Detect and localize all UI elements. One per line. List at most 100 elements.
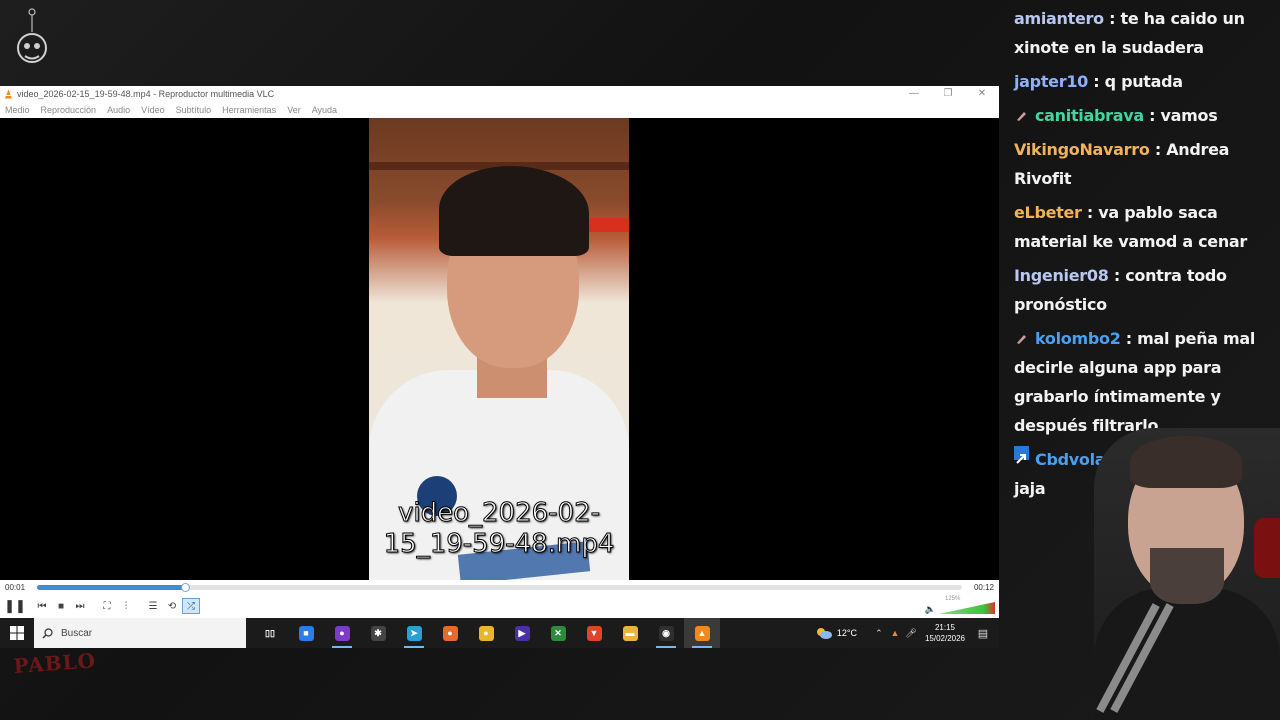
playlist-button[interactable]: ☰ <box>144 598 162 614</box>
menu-video[interactable]: Vídeo <box>141 105 165 115</box>
vlc-titlebar[interactable]: video_2026-02-15_19-59-48.mp4 - Reproduc… <box>0 86 999 101</box>
chat-message: Ingenier08 : contra todo pronóstico <box>1004 261 1274 319</box>
menu-herramientas[interactable]: Herramientas <box>222 105 276 115</box>
chat-username[interactable]: kolombo2 <box>1035 329 1121 348</box>
windows-icon <box>10 626 24 640</box>
next-button[interactable]: ⏭ <box>71 598 89 614</box>
fullscreen-button[interactable]: ⛶ <box>98 598 116 614</box>
chat-username[interactable]: amiantero <box>1014 9 1104 28</box>
microphone-icon[interactable]: 🎤︎ <box>903 628 919 639</box>
pen-badge-icon <box>1014 102 1029 121</box>
taskbar-app-media-player[interactable]: ▶ <box>504 618 540 648</box>
telegram-icon: ➤ <box>406 625 422 641</box>
taskbar-app-telegram[interactable]: ➤ <box>396 618 432 648</box>
chat-username[interactable]: japter10 <box>1014 72 1088 91</box>
brave-icon: ▼ <box>586 625 602 641</box>
search-icon <box>42 627 53 638</box>
previous-button[interactable]: ⏮ <box>33 598 51 614</box>
chat-message: VikingoNavarro : Andrea Rivofit <box>1004 135 1274 193</box>
channel-logo-icon <box>17 8 47 63</box>
obs-icon: ◉ <box>658 625 674 641</box>
file-explorer-icon: ▬ <box>622 625 638 641</box>
pen-badge-icon <box>1014 325 1029 344</box>
video-area[interactable]: video_2026-02-15_19-59-48.mp4 <box>0 118 999 580</box>
weather-cloud-icon <box>816 628 832 639</box>
chat-separator: : <box>1149 140 1167 159</box>
close-button[interactable]: ✕ <box>965 86 999 101</box>
chat-message: canitiabrava : vamos <box>1004 101 1274 130</box>
time-elapsed: 00:01 <box>5 582 26 592</box>
media-player-icon: ▶ <box>514 625 530 641</box>
channel-watermark: PABLO <box>12 648 97 679</box>
clock-time: 21:15 <box>934 623 955 632</box>
chat-text: vamos <box>1160 106 1218 125</box>
notification-icon[interactable]: ▤ <box>975 627 991 640</box>
task-view-icon: ▯▯ <box>262 625 278 641</box>
temperature: 12°C <box>836 628 857 638</box>
chat-username[interactable]: eLbeter <box>1014 203 1082 222</box>
weather-widget[interactable]: 12°C <box>815 626 857 640</box>
vlc-icon: ▲ <box>694 625 710 641</box>
taskbar-app-task-view[interactable]: ▯▯ <box>252 618 288 648</box>
chat-separator: : <box>1120 329 1138 348</box>
chat-username[interactable]: Ingenier08 <box>1014 266 1109 285</box>
taskbar-app-file-explorer[interactable]: ▬ <box>612 618 648 648</box>
volume-icon[interactable]: 🔈 <box>925 604 936 615</box>
search-placeholder: Buscar <box>61 627 93 639</box>
chat-separator: : <box>1081 203 1099 222</box>
taskbar-app-store[interactable]: ■ <box>288 618 324 648</box>
taskbar-search[interactable]: Buscar <box>34 618 246 648</box>
vlc-cone-icon <box>4 89 13 98</box>
firefox-icon: ● <box>442 625 458 641</box>
taskbar-app-firefox[interactable]: ● <box>432 618 468 648</box>
shuffle-button[interactable]: ⤮ <box>182 598 200 614</box>
chat-separator: : <box>1143 106 1161 125</box>
window-title: video_2026-02-15_19-59-48.mp4 - Reproduc… <box>17 88 275 99</box>
seek-handle[interactable] <box>181 582 191 592</box>
taskbar-app-settings-tool[interactable]: ✱ <box>360 618 396 648</box>
start-button[interactable] <box>0 618 34 648</box>
chat-message: japter10 : q putada <box>1004 67 1274 96</box>
seek-bar-row: 00:01 00:12 <box>0 580 999 594</box>
video-filename-overlay: video_2026-02-15_19-59-48.mp4 <box>383 498 615 560</box>
taskbar-app-vlc[interactable]: ▲ <box>684 618 720 648</box>
chevron-up-icon[interactable]: ⌃ <box>871 628 887 639</box>
seek-slider[interactable] <box>37 582 962 592</box>
loop-button[interactable]: ⟲ <box>163 598 181 614</box>
menu-medio[interactable]: Medio <box>5 105 30 115</box>
taskbar-app-obs[interactable]: ◉ <box>648 618 684 648</box>
menu-ver[interactable]: Ver <box>287 105 301 115</box>
minimize-button[interactable]: — <box>897 86 931 101</box>
chat-separator: : <box>1103 9 1121 28</box>
vlc-window[interactable]: video_2026-02-15_19-59-48.mp4 - Reproduc… <box>0 86 999 618</box>
chat-separator: : <box>1088 72 1105 91</box>
stop-button[interactable]: ■ <box>52 598 70 614</box>
time-total: 00:12 <box>973 582 994 592</box>
taskbar: Buscar ▯▯ ■ ● ✱ ➤ ● ● ▶ ✕ ▼ ▬ ◉ ▲ 12°C ⌃ ▲ 🎤︎ 21:15 … <box>0 618 999 648</box>
taskbar-app-chrome-profile[interactable]: ● <box>324 618 360 648</box>
chrome-profile-icon: ● <box>334 625 350 641</box>
xbox-icon: ✕ <box>550 625 566 641</box>
settings-tool-icon: ✱ <box>370 625 386 641</box>
vlc-menubar: Medio Reproducción Audio Vídeo Subtítulo… <box>0 101 999 118</box>
maximize-button[interactable]: ❐ <box>931 86 965 101</box>
pause-button[interactable]: ❚❚ <box>4 598 26 614</box>
chat-message: amiantero : te ha caido un xinote en la … <box>1004 4 1274 62</box>
volume-slider[interactable]: 125% <box>939 596 995 615</box>
extended-settings-button[interactable]: ⫶ <box>117 598 135 614</box>
menu-reproduccion[interactable]: Reproducción <box>41 105 97 115</box>
menu-ayuda[interactable]: Ayuda <box>312 105 337 115</box>
clock[interactable]: 21:15 15/02/2026 <box>925 622 965 644</box>
taskbar-app-brave[interactable]: ▼ <box>576 618 612 648</box>
seek-progress <box>37 584 186 590</box>
menu-audio[interactable]: Audio <box>107 105 130 115</box>
webcam-feed <box>1094 428 1280 720</box>
taskbar-app-xbox[interactable]: ✕ <box>540 618 576 648</box>
chat-message: eLbeter : va pablo saca material ke vamo… <box>1004 198 1274 256</box>
taskbar-apps: ▯▯ ■ ● ✱ ➤ ● ● ▶ ✕ ▼ ▬ ◉ ▲ <box>252 618 720 648</box>
chat-username[interactable]: VikingoNavarro <box>1014 140 1150 159</box>
taskbar-app-chrome[interactable]: ● <box>468 618 504 648</box>
menu-subtitulo[interactable]: Subtítulo <box>176 105 212 115</box>
chat-username[interactable]: canitiabrava <box>1035 106 1144 125</box>
vlc-tray-icon[interactable]: ▲ <box>887 628 903 638</box>
